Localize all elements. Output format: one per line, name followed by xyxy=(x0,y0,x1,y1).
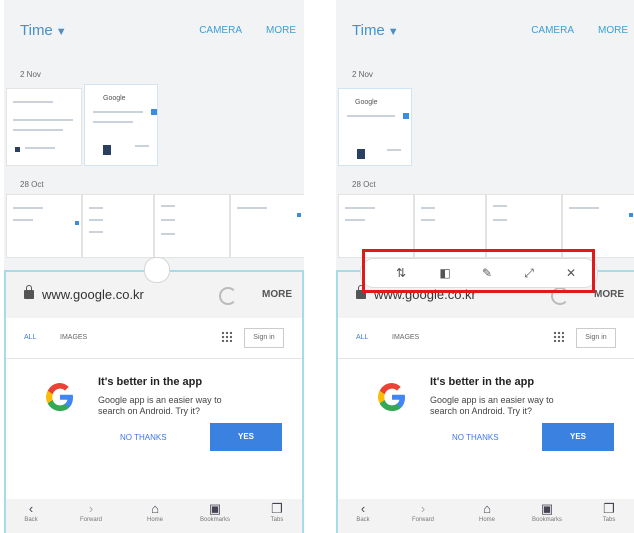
browser-more-button[interactable]: MORE xyxy=(594,289,624,300)
phone-screen-left: Time ▼ CAMERA MORE 2 Nov Google 28 Oct w… xyxy=(4,0,304,533)
thumbnail[interactable] xyxy=(82,194,154,258)
nav-home[interactable]: ⌂ Home xyxy=(462,499,512,533)
time-dropdown[interactable]: Time ▼ xyxy=(20,22,67,39)
url-text[interactable]: www.google.co.kr xyxy=(42,287,144,302)
more-button[interactable]: MORE xyxy=(266,25,296,36)
yes-button[interactable]: YES xyxy=(542,423,614,451)
time-label: Time xyxy=(20,22,53,39)
nav-tabs-label: Tabs xyxy=(602,517,616,523)
camera-button[interactable]: CAMERA xyxy=(531,25,574,36)
date-label: 2 Nov xyxy=(352,70,373,79)
browser-popup: www.google.co.kr MORE ALL IMAGES Sign in… xyxy=(4,270,304,533)
google-g-icon xyxy=(378,383,405,411)
sign-in-button[interactable]: Sign in xyxy=(244,328,284,348)
nav-forward[interactable]: › Forward xyxy=(398,499,448,533)
thumb-google-text: Google xyxy=(355,99,378,106)
reload-icon[interactable] xyxy=(219,287,237,305)
nav-back[interactable]: ‹ Back xyxy=(338,499,388,533)
nav-back[interactable]: ‹ Back xyxy=(6,499,56,533)
nav-forward[interactable]: › Forward xyxy=(66,499,116,533)
time-label: Time xyxy=(352,22,385,39)
gallery-header: Time ▼ CAMERA MORE xyxy=(4,0,304,60)
gallery-panel: Time ▼ CAMERA MORE 2 Nov Google 28 Oct xyxy=(4,0,304,270)
thumbnail-selected[interactable]: Google xyxy=(338,88,412,166)
thumbnail[interactable] xyxy=(230,194,304,258)
browser-more-button[interactable]: MORE xyxy=(262,289,292,300)
no-thanks-button[interactable]: NO THANKS xyxy=(120,433,167,442)
tab-images[interactable]: IMAGES xyxy=(392,334,419,341)
nav-bookmarks[interactable]: ▣ Bookmarks xyxy=(522,499,572,533)
bottom-nav: ‹ Back › Forward ⌂ Home ▣ Bookmarks ❐ Tabs xyxy=(6,499,302,533)
date-label: 2 Nov xyxy=(20,70,41,79)
promo-title: It's better in the app xyxy=(98,376,203,388)
date-label: 28 Oct xyxy=(20,180,44,189)
bookmark-icon: ▣ xyxy=(540,501,554,516)
caret-down-icon: ▼ xyxy=(55,26,67,38)
back-icon: ‹ xyxy=(28,501,34,516)
gallery-header: Time ▼ CAMERA MORE xyxy=(336,0,634,60)
tab-images[interactable]: IMAGES xyxy=(60,334,87,341)
thumb-google-text: Google xyxy=(103,95,126,102)
yes-button[interactable]: YES xyxy=(210,423,282,451)
back-icon: ‹ xyxy=(360,501,366,516)
highlight-box xyxy=(362,249,595,293)
date-label: 28 Oct xyxy=(352,180,376,189)
thumbnail[interactable] xyxy=(6,88,82,166)
thumbnail[interactable] xyxy=(6,194,82,258)
nav-home-label: Home xyxy=(146,517,163,523)
home-icon: ⌂ xyxy=(151,501,159,516)
caret-down-icon: ▼ xyxy=(387,26,399,38)
forward-icon: › xyxy=(420,501,426,516)
promo-text: Google app is an easier way to search on… xyxy=(98,395,222,416)
bookmark-icon: ▣ xyxy=(208,501,222,516)
promo-title: It's better in the app xyxy=(430,376,535,388)
no-thanks-button[interactable]: NO THANKS xyxy=(452,433,499,442)
home-icon: ⌂ xyxy=(483,501,491,516)
forward-icon: › xyxy=(88,501,94,516)
drag-handle[interactable] xyxy=(144,257,170,283)
nav-tabs[interactable]: ❐ Tabs xyxy=(584,499,634,533)
nav-bookmarks-label: Bookmarks xyxy=(531,517,562,523)
browser-popup: www.google.co.kr MORE ALL IMAGES Sign in… xyxy=(336,270,634,533)
more-button[interactable]: MORE xyxy=(598,25,628,36)
nav-forward-label: Forward xyxy=(411,517,434,523)
nav-bookmarks[interactable]: ▣ Bookmarks xyxy=(190,499,240,533)
sign-in-button[interactable]: Sign in xyxy=(576,328,616,348)
search-tabs: ALL IMAGES Sign in xyxy=(338,318,634,359)
search-tabs: ALL IMAGES Sign in xyxy=(6,318,302,359)
apps-grid-icon[interactable] xyxy=(553,331,564,342)
bottom-nav: ‹ Back › Forward ⌂ Home ▣ Bookmarks ❐ Tabs xyxy=(338,499,634,533)
gallery-panel: Time ▼ CAMERA MORE 2 Nov Google 28 Oct xyxy=(336,0,634,270)
nav-tabs[interactable]: ❐ Tabs xyxy=(252,499,302,533)
nav-bookmarks-label: Bookmarks xyxy=(199,517,230,523)
camera-button[interactable]: CAMERA xyxy=(199,25,242,36)
nav-tabs-label: Tabs xyxy=(270,517,284,523)
tabs-icon: ❐ xyxy=(603,501,615,516)
nav-home[interactable]: ⌂ Home xyxy=(130,499,180,533)
tab-all[interactable]: ALL xyxy=(24,334,36,341)
google-g-icon xyxy=(46,383,73,411)
app-promo: It's better in the app Google app is an … xyxy=(6,359,302,489)
tab-all[interactable]: ALL xyxy=(356,334,368,341)
thumbnail-selected[interactable]: Google xyxy=(84,84,158,166)
time-dropdown[interactable]: Time ▼ xyxy=(352,22,399,39)
nav-back-label: Back xyxy=(24,517,38,523)
nav-forward-label: Forward xyxy=(79,517,102,523)
app-promo: It's better in the app Google app is an … xyxy=(338,359,634,489)
nav-home-label: Home xyxy=(478,517,495,523)
apps-grid-icon[interactable] xyxy=(221,331,232,342)
lock-icon xyxy=(24,285,34,299)
thumbnail[interactable] xyxy=(154,194,230,258)
nav-back-label: Back xyxy=(356,517,370,523)
tabs-icon: ❐ xyxy=(271,501,283,516)
promo-text: Google app is an easier way to search on… xyxy=(430,395,554,416)
